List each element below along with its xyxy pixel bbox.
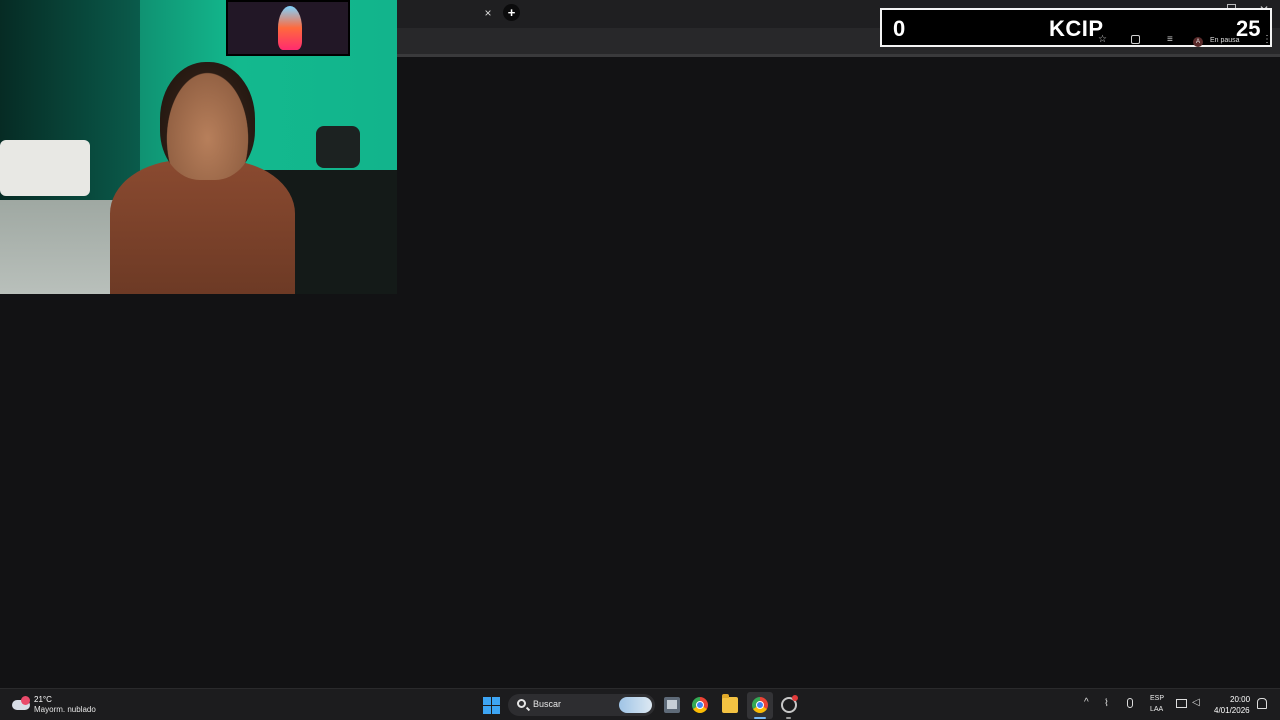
- task-view-icon[interactable]: [664, 697, 680, 713]
- webcam-bag: [316, 126, 360, 168]
- webcam-microphone: [0, 140, 90, 196]
- active-app-indicator: [754, 717, 766, 719]
- clock-date[interactable]: 4/01/2026: [1214, 706, 1250, 715]
- screen: × + — ✕ 0 KCIP 25 ☆ ≡ A En pausa ⋮ 21°C: [0, 0, 1280, 720]
- tab-close-button[interactable]: ×: [481, 5, 495, 21]
- windows-logo-pane: [492, 697, 500, 705]
- windows-logo-pane: [483, 706, 491, 714]
- weather-icon[interactable]: [12, 696, 30, 710]
- show-hidden-icons-button[interactable]: ^: [1084, 697, 1089, 708]
- webcam-poster: [226, 0, 350, 56]
- paused-status[interactable]: En pausa: [1210, 37, 1240, 44]
- windows-logo-pane: [492, 706, 500, 714]
- left-score: 0: [893, 16, 906, 41]
- search-icon: [517, 699, 526, 708]
- media-queue-icon[interactable]: ≡: [1167, 34, 1173, 45]
- weather-description[interactable]: Mayorm. nublado: [34, 705, 96, 714]
- browser-menu-icon[interactable]: ⋮: [1262, 34, 1272, 45]
- file-explorer-icon[interactable]: [722, 694, 738, 713]
- network-icon[interactable]: ⌇: [1104, 698, 1109, 709]
- profile-avatar[interactable]: A: [1193, 37, 1203, 47]
- new-tab-button[interactable]: +: [503, 4, 520, 21]
- search-highlight-art: [619, 697, 652, 713]
- running-app-indicator: [786, 717, 791, 719]
- scoreboard-overlay: 0 KCIP 25 ☆ ≡ A En pausa ⋮: [880, 8, 1272, 47]
- poster-flame-art: [278, 6, 302, 50]
- webcam-feed: [0, 0, 397, 294]
- bookmark-star-icon[interactable]: ☆: [1098, 34, 1107, 45]
- chrome-icon[interactable]: [692, 697, 708, 713]
- windows-logo-pane: [483, 697, 491, 705]
- display-icon[interactable]: [1176, 699, 1187, 708]
- weather-alert-dot: [21, 696, 30, 705]
- chrome-active-icon[interactable]: [752, 697, 768, 713]
- start-button[interactable]: [483, 697, 500, 714]
- volume-icon[interactable]: ◁: [1192, 697, 1200, 708]
- windows-taskbar: 21°C Mayorm. nublado Buscar ^ ⌇ ESP LAA …: [0, 688, 1280, 720]
- weather-temperature[interactable]: 21°C: [34, 695, 52, 704]
- clock-time[interactable]: 20:00: [1230, 695, 1250, 704]
- keyboard-layout[interactable]: LAA: [1150, 706, 1163, 713]
- extensions-icon[interactable]: [1131, 35, 1140, 44]
- notification-bell-icon[interactable]: [1257, 698, 1267, 709]
- taskbar-search[interactable]: Buscar: [508, 694, 655, 716]
- webcam-person-head: [160, 62, 255, 180]
- webcam-person-body: [110, 160, 295, 294]
- recording-dot-icon: [792, 695, 798, 701]
- search-placeholder: Buscar: [533, 699, 562, 709]
- microphone-icon[interactable]: [1127, 698, 1133, 708]
- language-code[interactable]: ESP: [1150, 695, 1164, 702]
- scoreboard-title: KCIP: [1049, 16, 1104, 41]
